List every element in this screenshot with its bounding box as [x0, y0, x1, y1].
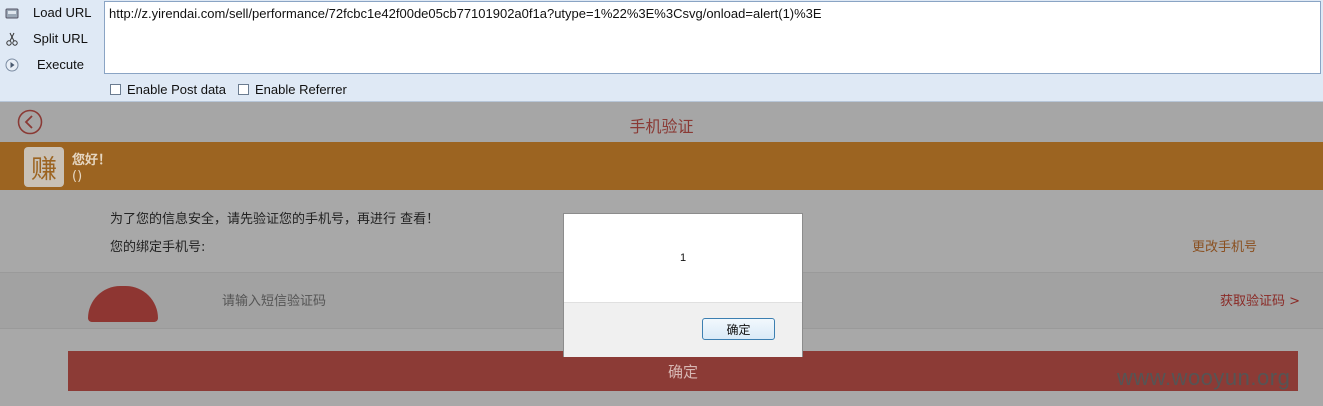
decorative-shape [88, 286, 158, 322]
page-title: 手机验证 [629, 117, 694, 136]
execute-label: Execute [37, 57, 84, 72]
bound-phone-label: 您的绑定手机号: [110, 240, 206, 255]
enable-post-box[interactable] [110, 83, 121, 95]
split-url-label: Split URL [33, 31, 88, 46]
page-header: 手机验证 [0, 102, 1323, 143]
watermark: www.wooyun.org [1117, 365, 1291, 390]
get-code-link[interactable]: 获取验证码 > [1220, 290, 1300, 309]
alert-ok-button[interactable]: 确定 [702, 318, 775, 340]
change-phone-link[interactable]: 更改手机号 [1192, 236, 1257, 255]
play-icon [5, 58, 19, 72]
scissors-icon [5, 32, 19, 46]
load-icon [5, 6, 19, 20]
security-notice: 为了您的信息安全，请先验证您的手机号，再进行 查看！ [110, 212, 440, 227]
alert-message: 1 [679, 252, 687, 264]
load-url-button[interactable]: Load URL [0, 0, 104, 26]
user-banner: 赚 您好！ () [0, 142, 1323, 190]
split-url-button[interactable]: Split URL [0, 26, 104, 52]
load-url-label: Load URL [33, 5, 92, 20]
enable-post-label: Enable Post data [127, 81, 227, 97]
hackbar-toolbar: Load URL Split URL Execute http://z.yire… [0, 0, 1323, 102]
alert-dialog: 1 确定 [563, 213, 803, 357]
hackbar-actions: Load URL Split URL Execute [0, 0, 104, 101]
enable-referrer-box[interactable] [238, 83, 249, 95]
greeting-text: 您好！ [72, 153, 112, 168]
confirm-button[interactable]: 确定 [68, 351, 1298, 391]
enable-referrer-label: Enable Referrer [255, 81, 347, 97]
enable-post-checkbox[interactable]: Enable Post data [110, 81, 226, 97]
earn-logo: 赚 [24, 147, 64, 187]
execute-button[interactable]: Execute [0, 52, 104, 78]
user-name-value: () [72, 169, 83, 184]
url-textarea[interactable]: http://z.yirendai.com/sell/performance/7… [104, 1, 1321, 74]
enable-referrer-checkbox[interactable]: Enable Referrer [238, 81, 347, 97]
alert-footer: 确定 [564, 302, 802, 357]
sms-code-input[interactable]: 请输入短信验证码 [222, 290, 326, 309]
